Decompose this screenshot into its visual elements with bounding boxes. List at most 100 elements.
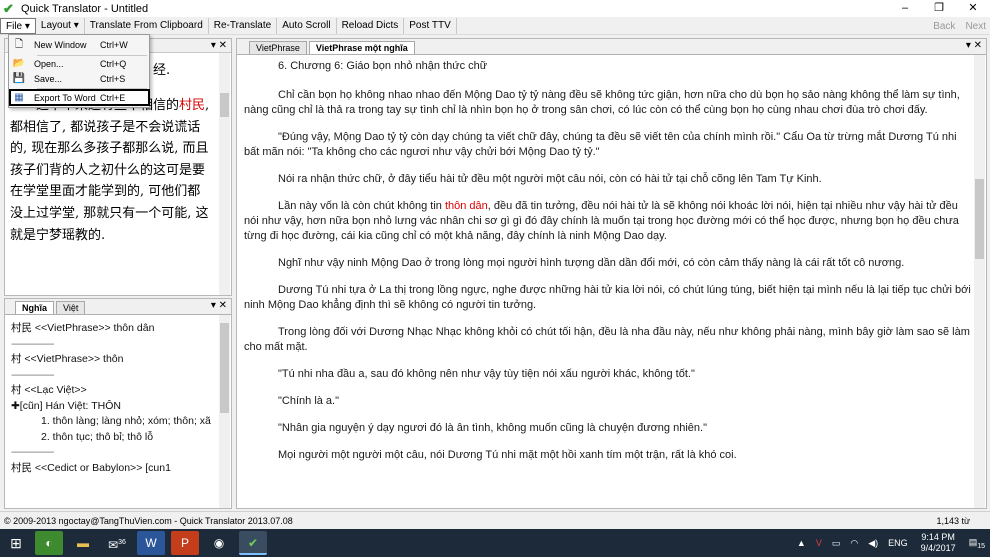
folder-open-icon: 📂 [12,57,26,69]
dictionary-scrollbar[interactable] [219,315,230,508]
tab-viet[interactable]: Việt [56,301,86,314]
status-copyright: © 2009-2013 ngoctay@TangThuVien.com - Qu… [4,516,293,526]
menu-label: Open... [34,58,64,69]
dict-separator: ----------------- [11,337,54,350]
menu-label: New Window [34,39,87,50]
paragraph: Nói ra nhận thức chữ, ở đây tiểu hài tử … [278,173,822,185]
translation-pane-close-icon[interactable]: ▾ ✕ [966,39,982,53]
translation-tabs: VietPhrase VietPhrase một nghĩa ▾ ✕ [237,39,986,55]
dict-line: 1. thôn làng; làng nhỏ; xóm; thôn; xã [41,415,211,427]
dict-line: 村 <<Lạc Việt>> [11,384,87,396]
close-button[interactable]: ✕ [956,0,990,17]
dict-line: ✚[cũn] Hán Việt: THÔN [11,399,121,412]
quick-translator-taskbar-icon[interactable]: ✔ [239,531,267,555]
volume-icon[interactable]: ◀) [868,538,878,549]
dictionary-tabs: Nghĩa Việt ▾ ✕ [5,299,231,315]
paragraph: "Chính là a." [278,395,340,407]
file-menu-button[interactable]: File ▾ [0,17,36,34]
translation-highlight: thôn dân [444,200,488,212]
paragraph: Lần này vốn là còn chút không tin thôn d… [244,199,972,244]
system-tray: ▲ V ▭ ◠ ◀) ENG 9:14 PM 9/4/2017 ▤15 [792,529,990,557]
minimize-button[interactable]: – [888,0,922,17]
source-first-line: 经. [153,63,171,78]
paragraph: Dương Tú nhi tựa ở La thị trong lồng ngự… [244,284,971,311]
dict-line: 2. thôn tục; thô bỉ; thô lỗ [41,430,154,443]
notifications-icon[interactable]: ▤15 [969,537,985,550]
tab-nghia[interactable]: Nghĩa [15,301,55,314]
source-text-b: , 都相信了, 都说孩子是不会说谎话的, 现在那么多孩子都那么说, 而且孩子们背… [10,98,210,243]
dict-separator: ----------------- [11,368,54,381]
mail-badge: 36 [118,539,126,546]
translate-clipboard-button[interactable]: Translate From Clipboard [85,17,209,34]
chapter-heading: 6. Chương 6: Giáo bọn nhỏ nhận thức chữ [278,60,488,72]
menu-item-new-window[interactable]: 🗋 New Window Ctrl+W [11,37,147,52]
paragraph: "Tú nhi nha đầu a, sau đó không nên như … [278,368,695,380]
word-icon[interactable]: W [137,531,165,555]
maximize-button[interactable]: ❐ [922,0,956,17]
status-word-count: 1,143 từ [936,516,970,526]
dictionary-scroll-thumb[interactable] [220,323,229,413]
dict-line: 村民 <<Cedict or Babylon>> [cun1 [11,461,171,474]
wifi-icon[interactable]: ◠ [850,538,858,549]
notifications-badge: 15 [977,542,985,550]
powerpoint-icon[interactable]: P [171,531,199,555]
retranslate-button[interactable]: Re-Translate [209,17,278,34]
title-bar: ✔ Quick Translator - Untitled – ❐ ✕ [0,0,990,17]
menu-item-export-word[interactable]: ▦ Export To Word Ctrl+E [9,89,150,106]
dict-line: 村民 <<VietPhrase>> thôn dân [11,322,155,334]
tab-vietphrase[interactable]: VietPhrase [249,41,307,54]
menu-shortcut: Ctrl+W [100,39,128,50]
post-ttv-button[interactable]: Post TTV [404,17,457,34]
windows-start-icon[interactable]: ⊞ [0,529,32,557]
menu-label: Save... [34,73,63,84]
translation-text[interactable]: 6. Chương 6: Giáo bọn nhỏ nhận thức chữ … [244,59,972,475]
floppy-disk-icon: 💾 [12,72,26,84]
paragraph: Mọi người một người một câu, nói Dương T… [278,449,737,461]
pane-pin-close-icon[interactable]: ▾ ✕ [211,39,227,53]
translation-scrollbar[interactable] [974,55,985,508]
status-bar: © 2009-2013 ngoctay@TangThuVien.com - Qu… [0,511,990,529]
window-title: Quick Translator - Untitled [21,2,149,15]
menu-shortcut: Ctrl+E [100,92,126,103]
menu-label: Export To Word [34,92,96,103]
next-button[interactable]: Next [965,21,986,32]
new-document-icon: 🗋 [14,38,24,50]
dictionary-content[interactable]: 村民 <<VietPhrase>> thôn dân -------------… [11,321,217,476]
dict-line: 村 <<VietPhrase>> thôn [11,353,124,365]
paragraph: Trong lòng đối với Dương Nhạc Nhạc không… [244,326,970,353]
clock[interactable]: 9:14 PM 9/4/2017 [921,532,956,554]
antivirus-icon[interactable]: V [816,538,822,548]
auto-scroll-button[interactable]: Auto Scroll [277,17,337,34]
translation-pane: VietPhrase VietPhrase một nghĩa ▾ ✕ 6. C… [236,38,987,509]
gimp-icon[interactable]: ◉ [205,531,233,555]
file-dropdown-menu: 🗋 New Window Ctrl+W 📂 Open... Ctrl+Q 💾 S… [8,34,150,108]
menu-item-save[interactable]: 💾 Save... Ctrl+S [11,71,147,86]
layout-menu-button[interactable]: Layout ▾ [36,17,85,34]
paragraph: "Nhân gia nguyện ý dạy ngươi đó là ân tì… [278,422,707,434]
word-document-icon: ▦ [14,91,24,103]
paragraph-text-a: Lần này vốn là còn chút không tin [278,200,445,212]
nav-buttons: Back Next [923,17,986,35]
clock-date: 9/4/2017 [920,543,956,553]
dictionary-pane-close-icon[interactable]: ▾ ✕ [211,299,227,313]
file-explorer-icon[interactable]: ▬ [69,531,97,555]
source-text[interactable]: 这下本来还有些不相信的村民, 都相信了, 都说孩子是不会说谎话的, 现在那么多孩… [10,95,210,246]
toolbar: File ▾ Layout ▾ Translate From Clipboard… [0,17,990,35]
paragraph: "Đúng vậy, Mộng Dao tỷ tỷ còn dạy chúng … [244,131,957,158]
battery-icon[interactable]: ▭ [832,538,841,549]
app-taskbar-icon[interactable]: ◐ [35,531,63,555]
back-button[interactable]: Back [933,21,955,32]
reload-dicts-button[interactable]: Reload Dicts [337,17,405,34]
dictionary-pane: Nghĩa Việt ▾ ✕ 村民 <<VietPhrase>> thôn dâ… [4,298,232,509]
mail-icon[interactable]: ✉36 [103,531,131,555]
source-scrollbar[interactable] [219,53,230,295]
language-indicator[interactable]: ENG [888,538,908,548]
tab-vietphrase-mot-nghia[interactable]: VietPhrase một nghĩa [308,41,415,54]
menu-shortcut: Ctrl+Q [100,58,127,69]
translation-scroll-thumb[interactable] [975,179,984,259]
chevron-up-icon[interactable]: ▲ [797,538,806,548]
source-highlight: 村民 [179,98,206,113]
source-scroll-thumb[interactable] [220,93,229,117]
menu-item-open[interactable]: 📂 Open... Ctrl+Q [11,56,147,71]
dict-separator: ----------------- [11,446,54,458]
